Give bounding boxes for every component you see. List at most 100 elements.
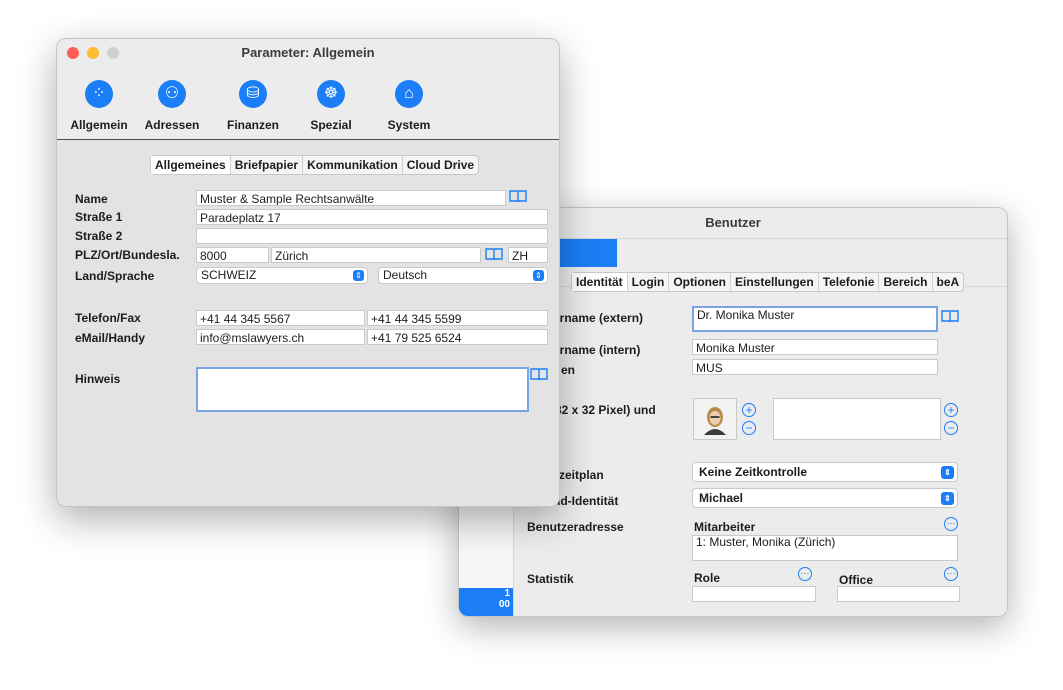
close-button[interactable] (67, 47, 79, 59)
bundesland-field[interactable]: ZH (508, 247, 548, 263)
label-strasse2: Straße 2 (75, 229, 123, 243)
preferences-toolbar: ⁘ Allgemein ⚇ Adressen ⛁ Finanzen ☸ Spez… (57, 68, 559, 166)
label-strasse1: Straße 1 (75, 210, 123, 224)
label-zeitplan: zeitplan (559, 468, 604, 482)
role-field[interactable] (692, 586, 816, 602)
popup-arrows-icon: ⇕ (353, 270, 364, 281)
tab-kommunikation[interactable]: Kommunikation (303, 156, 403, 174)
zoom-button[interactable] (107, 47, 119, 59)
tab-cloud-drive[interactable]: Cloud Drive (403, 156, 478, 174)
label-mitarbeiter: Mitarbeiter (694, 520, 756, 534)
user-picture-well[interactable] (693, 398, 737, 440)
toolbar-item-adressen[interactable]: ⚇ Adressen (136, 80, 208, 132)
minimize-button[interactable] (87, 47, 99, 59)
tab-optionen[interactable]: Optionen (669, 273, 731, 291)
signature-well[interactable] (773, 398, 941, 440)
sprache-select[interactable]: Deutsch ⇕ (378, 267, 548, 284)
row-text-1: 1 (504, 588, 510, 599)
toolbar-label: Spezial (310, 118, 352, 132)
tab-identitaet[interactable]: Identität (572, 273, 628, 291)
tab-allgemeines[interactable]: Allgemeines (151, 156, 231, 174)
people-icon: ⚇ (158, 80, 186, 108)
kuerzel-field[interactable]: MUS (692, 359, 938, 375)
add-picture-icon[interactable]: + (742, 403, 756, 417)
toolbar-item-finanzen[interactable]: ⛁ Finanzen (217, 80, 289, 132)
tab-bereich[interactable]: Bereich (879, 273, 933, 291)
popup-arrows-icon: ⇕ (941, 466, 954, 479)
name-extern-field[interactable]: Dr. Monika Muster (692, 306, 938, 332)
name-field[interactable]: Muster & Sample Rechtsanwälte (196, 190, 506, 206)
allgemein-panel: Allgemeines Briefpapier Kommunikation Cl… (57, 140, 559, 506)
telefon-field[interactable]: +41 44 345 5567 (196, 310, 365, 326)
role-more-icon[interactable]: ⋯ (798, 567, 812, 581)
zeitplan-select[interactable]: Keine Zeitkontrolle ⇕ (692, 462, 958, 482)
label-email-handy: eMail/Handy (75, 331, 146, 345)
tab-telefonie[interactable]: Telefonie (819, 273, 880, 291)
parameter-tab-bar: Allgemeines Briefpapier Kommunikation Cl… (150, 155, 480, 175)
house-icon: ⌂ (395, 80, 423, 108)
remove-picture-icon[interactable]: − (742, 421, 756, 435)
office-more-icon[interactable]: ⋯ (944, 567, 958, 581)
remove-signature-icon[interactable]: − (944, 421, 958, 435)
office-field[interactable] (837, 586, 960, 602)
toolbar-label: System (387, 118, 431, 132)
benutzeradresse-field[interactable]: 1: Muster, Monika (Zürich) (692, 535, 958, 561)
toolbar-label: Adressen (144, 118, 200, 132)
toolbar-label: Finanzen (226, 118, 279, 132)
strasse1-field[interactable]: Paradeplatz 17 (196, 209, 548, 225)
label-name-extern: zername (extern) (547, 311, 644, 325)
label-bild: 32 x 32 Pixel) und (555, 403, 656, 417)
address-book-icon[interactable] (941, 310, 959, 323)
sprache-value: Deutsch (383, 268, 428, 282)
label-name: Name (75, 192, 108, 206)
label-land-sprache: Land/Sprache (75, 269, 155, 283)
email-field[interactable]: info@mslawyers.ch (196, 329, 365, 345)
ort-field[interactable]: Zürich (271, 247, 481, 263)
more-options-icon[interactable]: ⋯ (944, 517, 958, 531)
plz-field[interactable]: 8000 (196, 247, 269, 263)
benutzer-tab-bar: Identität Login Optionen Einstellungen T… (571, 272, 965, 292)
address-book-icon[interactable] (530, 368, 548, 381)
zeitplan-value: Keine Zeitkontrolle (699, 465, 808, 479)
person-photo-icon (694, 399, 736, 439)
coins-icon: ⛁ (239, 80, 267, 108)
window-controls (67, 47, 119, 59)
fax-field[interactable]: +41 44 345 5599 (367, 310, 548, 326)
label-name-intern: zername (intern) (547, 343, 641, 357)
address-book-icon[interactable] (485, 248, 503, 261)
gauge-icon: ⁘ (85, 80, 113, 108)
identitaet-value: Michael (699, 491, 744, 505)
label-plz-ort: PLZ/Ort/Bundesla. (75, 248, 180, 262)
label-kuerzel: en (561, 363, 576, 377)
add-signature-icon[interactable]: + (944, 403, 958, 417)
tab-einstellungen[interactable]: Einstellungen (731, 273, 819, 291)
helm-icon: ☸ (317, 80, 345, 108)
tab-briefpapier[interactable]: Briefpapier (231, 156, 304, 174)
handy-field[interactable]: +41 79 525 6524 (367, 329, 548, 345)
toolbar-item-system[interactable]: ⌂ System (373, 80, 445, 132)
selected-list-row[interactable]: 1 00 (459, 588, 513, 616)
label-benutzeradresse: Benutzeradresse (527, 520, 624, 534)
window-title: Parameter: Allgemein (57, 39, 559, 67)
land-value: SCHWEIZ (201, 268, 257, 282)
tab-bea[interactable]: beA (933, 273, 964, 291)
address-book-icon[interactable] (509, 190, 527, 203)
identitaet-select[interactable]: Michael ⇕ (692, 488, 958, 508)
label-role: Role (694, 571, 721, 585)
label-telefon-fax: Telefon/Fax (75, 311, 141, 325)
label-statistik: Statistik (527, 572, 574, 586)
label-identitaet: nd-Identität (553, 494, 619, 508)
label-hinweis: Hinweis (75, 372, 121, 386)
label-office: Office (839, 573, 874, 587)
toolbar-item-allgemein[interactable]: ⁘ Allgemein (63, 80, 135, 132)
toolbar-item-spezial[interactable]: ☸ Spezial (295, 80, 367, 132)
popup-arrows-icon: ⇕ (941, 492, 954, 505)
popup-arrows-icon: ⇕ (533, 270, 544, 281)
land-select[interactable]: SCHWEIZ ⇕ (196, 267, 368, 284)
identity-panel (514, 286, 1007, 616)
tab-login[interactable]: Login (628, 273, 670, 291)
name-intern-field[interactable]: Monika Muster (692, 339, 938, 355)
strasse2-field[interactable] (196, 228, 548, 244)
hinweis-field[interactable] (196, 367, 529, 412)
parameter-window: Parameter: Allgemein ⁘ Allgemein ⚇ Adres… (56, 38, 560, 507)
